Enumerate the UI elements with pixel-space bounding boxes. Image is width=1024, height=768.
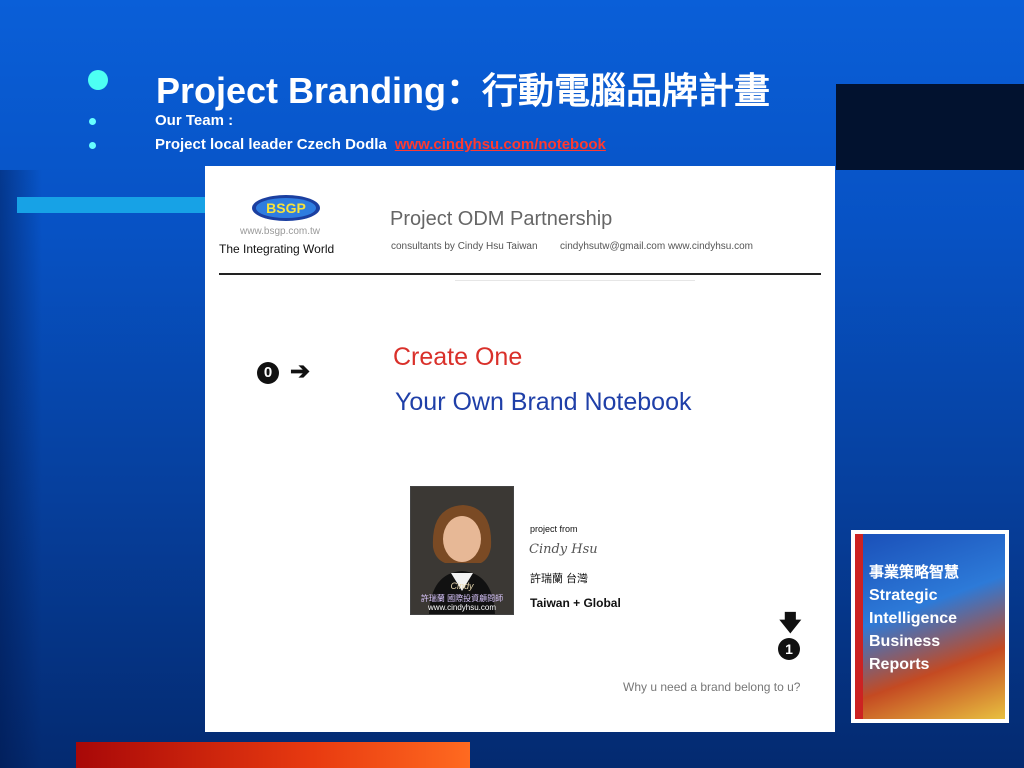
book-spine-stripe: [855, 534, 863, 719]
logo-url: www.bsgp.com.tw: [240, 226, 321, 237]
book-title-line-3: Business: [869, 633, 941, 650]
bsgp-logo: BSGP: [252, 195, 320, 221]
odm-title: Project ODM Partnership: [390, 208, 613, 230]
leader-line: Project local leader Czech Dodla www.cind…: [155, 136, 606, 153]
bullet-item-team: Our Team :: [88, 112, 988, 132]
book-title-line-2: Intelligence: [869, 610, 958, 627]
team-label: Our Team :: [155, 112, 234, 129]
profile-photo: Cindy 許瑞蘭 國際投資顧問師 www.cindyhsu.com: [410, 486, 514, 615]
left-shade: [0, 170, 42, 768]
slide-title: Project Branding：行動電腦品牌計畫: [156, 70, 771, 111]
book-title-line-1: Strategic: [869, 587, 938, 604]
faint-divider: [455, 280, 695, 281]
bullet-item-leader: Project local leader Czech Dodla www.cind…: [88, 136, 988, 156]
step-zero-icon: 0: [257, 362, 279, 384]
book-title-line-4: Reports: [869, 656, 930, 673]
embedded-slide: BSGP www.bsgp.com.tw The Integrating Wor…: [205, 166, 835, 732]
bullet-dot-icon: [89, 118, 96, 125]
logo-text: BSGP: [266, 200, 306, 216]
notebook-link[interactable]: www.cindyhsu.com/notebook: [395, 136, 606, 153]
leader-text: Project local leader Czech Dodla: [155, 136, 387, 153]
taiwan-global-label: Taiwan + Global: [530, 596, 621, 610]
chinese-name: 許瑞蘭 台灣: [530, 573, 589, 585]
book-cover: 事業策略智慧 Strategic Intelligence Business R…: [851, 530, 1009, 723]
bullet-dot-icon: [89, 142, 96, 149]
slide-background: { "bullets": { "title": "Project Brandin…: [0, 0, 1024, 768]
header-divider: [219, 273, 821, 275]
signature: Cindy Hsu: [529, 542, 598, 557]
tagline: The Integrating World: [219, 242, 335, 256]
headline-create: Create One: [393, 343, 523, 371]
book-cover-art: 事業策略智慧 Strategic Intelligence Business R…: [855, 534, 1005, 719]
bullet-dot-icon: [88, 70, 108, 90]
brand-question: Why u need a brand belong to u?: [623, 680, 801, 694]
consultants-line: consultants by Cindy Hsu Taiwan: [391, 241, 538, 252]
arrow-right-icon: ➔: [290, 358, 311, 385]
decorative-cyan-bar: [17, 197, 205, 213]
bullet-item-title: Project Branding：行動電腦品牌計畫: [88, 62, 988, 111]
contact-line: cindyhsutw@gmail.com www.cindyhsu.com: [560, 241, 753, 252]
photo-caption-url: www.cindyhsu.com: [427, 603, 497, 612]
book-title-chinese: 事業策略智慧: [869, 564, 960, 581]
project-from-label: project from: [530, 524, 578, 534]
step-one-icon: 1: [778, 638, 800, 660]
headline-brand-notebook: Your Own Brand Notebook: [395, 388, 692, 416]
photo-caption-name: Cindy: [450, 581, 474, 591]
decorative-red-bar: [76, 742, 470, 768]
